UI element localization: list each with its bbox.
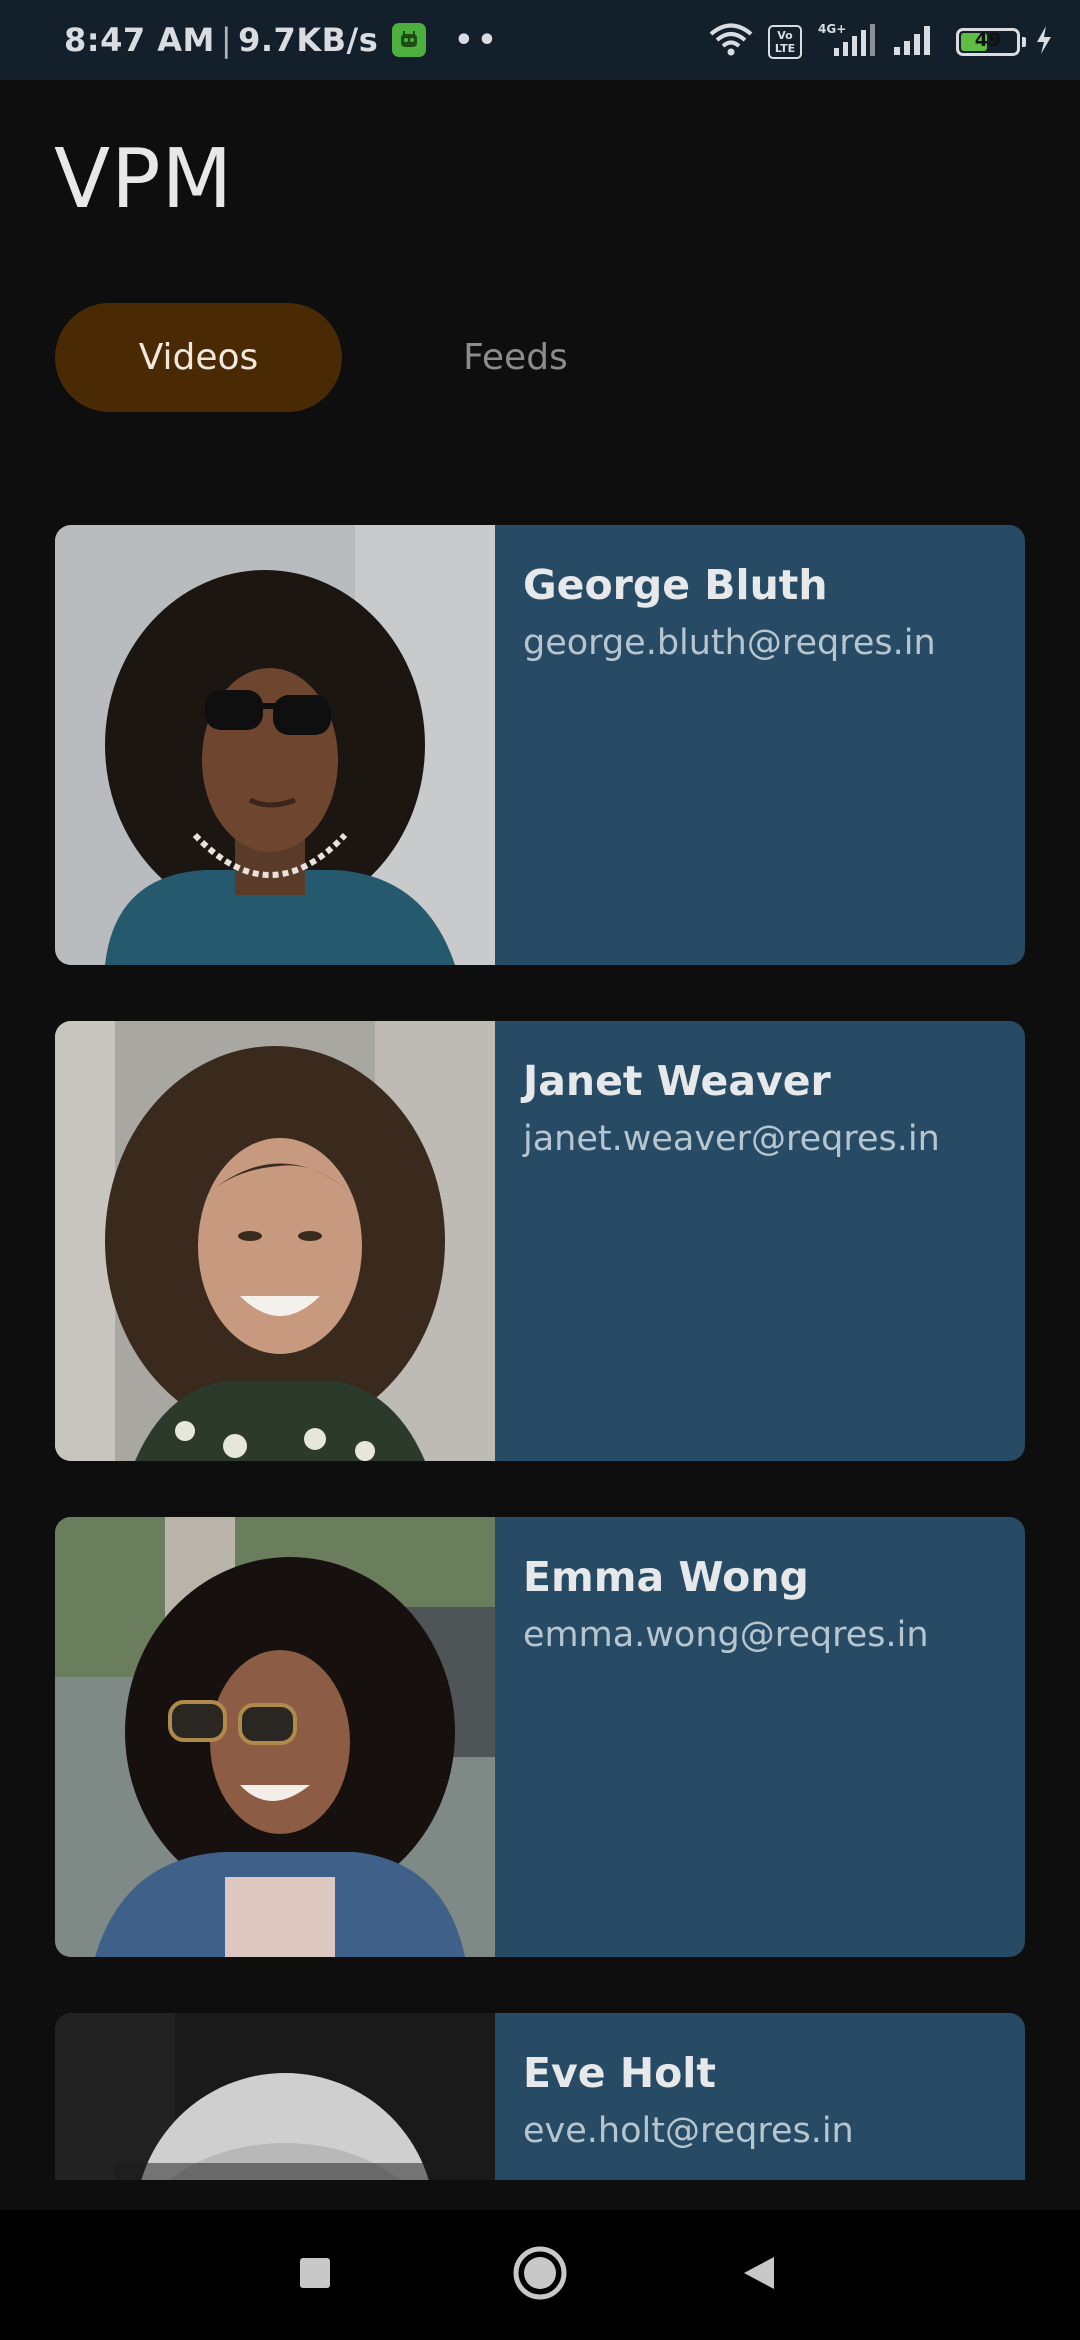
battery-icon: 49	[956, 28, 1026, 56]
status-bar: 8:47 AM | 9.7KB/s •• Vo LTE 4G+ 49	[0, 0, 1080, 80]
recents-icon	[297, 2255, 333, 2295]
signal-4g-icon: 4G+	[816, 22, 878, 62]
user-list[interactable]: George Bluth george.bluth@reqres.in Jane…	[55, 525, 1025, 2180]
tab-bar: Videos Feeds	[55, 303, 659, 412]
user-info: Eve Holt eve.holt@reqres.in	[495, 2013, 854, 2180]
system-nav-bar	[0, 2210, 1080, 2340]
user-name: Eve Holt	[523, 2049, 716, 2097]
user-email: george.bluth@reqres.in	[523, 623, 936, 663]
back-icon	[740, 2253, 780, 2297]
tab-feeds[interactable]: Feeds	[372, 303, 659, 412]
app-notification-icon	[392, 23, 427, 57]
status-right: Vo LTE 4G+ 49	[708, 22, 1054, 62]
user-email: emma.wong@reqres.in	[523, 1615, 929, 1655]
recents-button[interactable]	[255, 2210, 375, 2340]
back-button[interactable]	[700, 2210, 820, 2340]
battery-percent: 49	[974, 29, 1002, 51]
user-name: George Bluth	[523, 561, 828, 609]
user-avatar	[55, 2013, 495, 2180]
home-button[interactable]	[480, 2210, 600, 2340]
volte-icon: Vo LTE	[768, 25, 802, 59]
user-name: Emma Wong	[523, 1553, 809, 1601]
charging-icon	[1034, 25, 1054, 59]
more-notifications-icon: ••	[454, 22, 501, 58]
user-info: George Bluth george.bluth@reqres.in	[495, 525, 936, 965]
svg-text:4G+: 4G+	[818, 22, 846, 36]
status-time: 8:47 AM	[64, 21, 215, 59]
app-screen: 8:47 AM | 9.7KB/s •• Vo LTE 4G+ 49 VPM V…	[0, 0, 1080, 2340]
tab-videos[interactable]: Videos	[55, 303, 342, 412]
status-separator: |	[220, 21, 233, 59]
user-card[interactable]: Eve Holt eve.holt@reqres.in	[55, 2013, 1025, 2180]
user-info: Emma Wong emma.wong@reqres.in	[495, 1517, 929, 1957]
user-name: Janet Weaver	[523, 1057, 831, 1105]
user-card[interactable]: Emma Wong emma.wong@reqres.in	[55, 1517, 1025, 1957]
user-avatar	[55, 1517, 495, 1957]
user-info: Janet Weaver janet.weaver@reqres.in	[495, 1021, 940, 1461]
user-avatar	[55, 1021, 495, 1461]
user-card[interactable]: Janet Weaver janet.weaver@reqres.in	[55, 1021, 1025, 1461]
user-email: eve.holt@reqres.in	[523, 2111, 854, 2151]
user-card[interactable]: George Bluth george.bluth@reqres.in	[55, 525, 1025, 965]
status-left: 8:47 AM | 9.7KB/s ••	[64, 20, 501, 60]
app-title: VPM	[54, 132, 234, 227]
network-speed: 9.7KB/s	[238, 21, 379, 59]
wifi-icon	[708, 23, 754, 61]
user-email: janet.weaver@reqres.in	[523, 1119, 940, 1159]
user-avatar	[55, 525, 495, 965]
signal-icon	[892, 23, 936, 61]
home-icon	[512, 2245, 568, 2305]
